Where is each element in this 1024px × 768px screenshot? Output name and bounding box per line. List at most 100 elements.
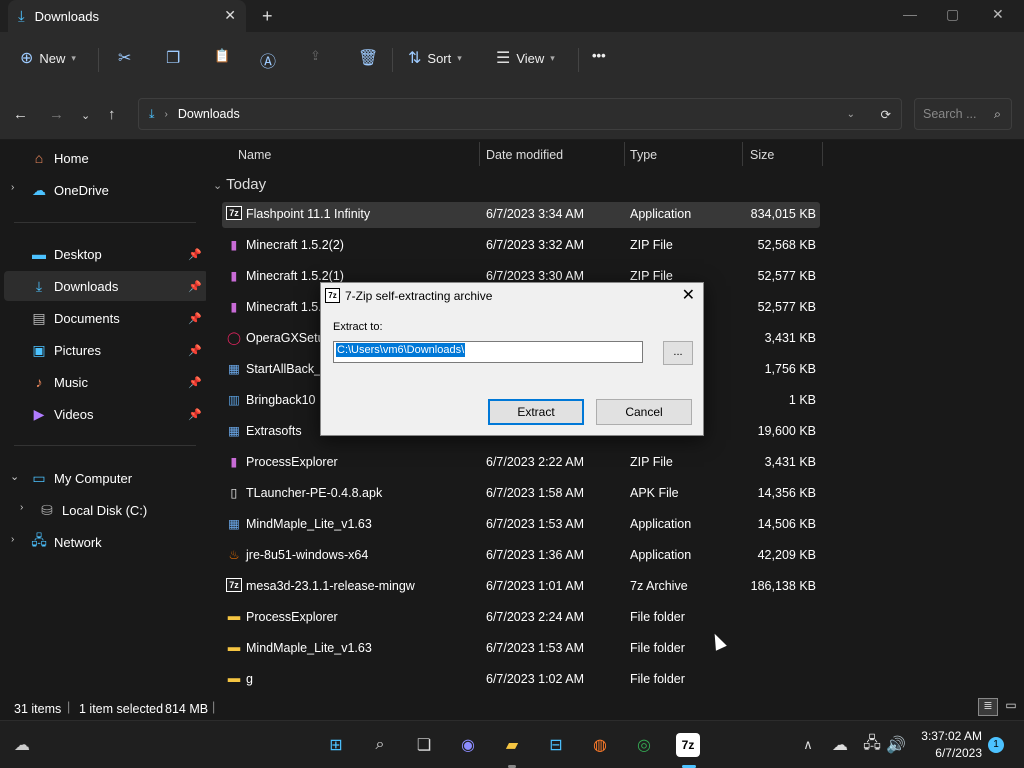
file-row[interactable]: ▯ TLauncher-PE-0.4.8.apk 6/7/2023 1:58 AM A…: [222, 481, 820, 507]
extract-to-label: Extract to:: [333, 321, 383, 333]
zip-icon: ▮: [230, 300, 238, 314]
sidebar-item-network[interactable]: 🖧 Network: [30, 527, 200, 557]
new-tab-button[interactable]: +: [262, 6, 273, 27]
file-size: 3,431 KB: [764, 331, 816, 345]
sidebar-item-pictures[interactable]: ▣ Pictures 📌: [4, 335, 208, 365]
column-header-date[interactable]: Date modified: [486, 148, 563, 162]
clock-time[interactable]: 3:37:02 AM: [918, 729, 982, 743]
browse-button[interactable]: ...: [663, 341, 693, 365]
close-icon[interactable]: ✕: [682, 285, 695, 305]
search-box[interactable]: Search ... ⌕: [914, 98, 1012, 130]
network-tray-icon[interactable]: 🖧: [860, 733, 884, 757]
store-icon[interactable]: ⊟: [544, 733, 568, 757]
7zip-taskbar-icon[interactable]: 7z: [676, 733, 700, 757]
forward-arrow-icon[interactable]: →: [49, 106, 64, 123]
file-name: mesa3d-23.1.1-release-mingw: [246, 579, 415, 593]
recent-chevron-icon[interactable]: ⌄: [81, 109, 90, 122]
extract-button[interactable]: Extract: [488, 399, 584, 425]
file-date: 6/7/2023 1:53 AM: [486, 517, 584, 531]
title-bar: ⤓ Downloads ✕ + — ▢ ✕: [0, 0, 1024, 32]
plus-circle-icon: ⊕: [20, 50, 34, 67]
chat-icon[interactable]: ◉: [456, 733, 480, 757]
sidebar-item-documents[interactable]: ▤ Documents 📌: [4, 303, 208, 333]
minimize-button[interactable]: —: [903, 6, 917, 22]
rename-icon[interactable]: Ⓐ: [260, 48, 276, 72]
notification-badge[interactable]: 1: [988, 737, 1004, 753]
view-button[interactable]: ☰ View ▾: [496, 48, 555, 68]
collapse-mycomputer-icon[interactable]: ⌄: [10, 470, 19, 483]
sidebar-item-music[interactable]: ♪ Music 📌: [4, 367, 208, 397]
breadcrumb-chevron-icon: ›: [164, 108, 168, 120]
clock-date[interactable]: 6/7/2023: [918, 746, 982, 760]
extract-path-input[interactable]: C:\Users\vm6\Downloads\: [333, 341, 643, 363]
file-row[interactable]: 7z Flashpoint 11.1 Infinity 6/7/2023 3:34 …: [222, 202, 820, 228]
file-row[interactable]: 7z mesa3d-23.1.1-release-mingw 6/7/2023 1:…: [222, 574, 820, 600]
cut-icon[interactable]: ✂: [118, 48, 131, 68]
file-row[interactable]: ▦ MindMaple_Lite_v1.63 6/7/2023 1:53 AM App…: [222, 512, 820, 538]
file-name: StartAllBack_3: [246, 362, 328, 376]
breadcrumb-downloads[interactable]: Downloads: [178, 107, 240, 121]
file-row[interactable]: ▬ MindMaple_Lite_v1.63 6/7/2023 1:53 AM Fil…: [222, 636, 820, 662]
search-input[interactable]: Search ...: [923, 107, 977, 121]
file-row[interactable]: ▬ ProcessExplorer 6/7/2023 2:24 AM File fol…: [222, 605, 820, 631]
cancel-button[interactable]: Cancel: [596, 399, 692, 425]
address-bar[interactable]: ⤓ › Downloads ⌄ ⟳: [138, 98, 902, 130]
more-options-button[interactable]: •••: [592, 48, 606, 63]
delete-icon[interactable]: 🗑: [358, 48, 378, 68]
file-row[interactable]: ▮ ProcessExplorer 6/7/2023 2:22 AM ZIP File…: [222, 450, 820, 476]
sidebar-item-localdisk[interactable]: ⛁ Local Disk (C:): [38, 495, 200, 525]
file-name: Extrasofts: [246, 424, 302, 438]
tab-downloads[interactable]: ⤓ Downloads ✕: [8, 0, 246, 32]
folder-icon: ▬: [227, 640, 241, 654]
up-arrow-icon[interactable]: ↑: [108, 106, 116, 123]
sidebar-item-videos[interactable]: ▶ Videos 📌: [4, 399, 208, 429]
column-header-size[interactable]: Size: [750, 148, 774, 162]
file-explorer-icon[interactable]: ▰: [500, 733, 524, 757]
column-header-name[interactable]: Name: [238, 148, 271, 162]
sidebar-item-home[interactable]: ⌂ Home: [30, 143, 200, 173]
status-separator: |: [67, 700, 71, 714]
onedrive-tray-icon[interactable]: ☁: [828, 733, 852, 757]
sidebar-item-onedrive[interactable]: ☁ OneDrive: [30, 175, 200, 205]
chevron-up-icon[interactable]: ∧: [796, 733, 820, 757]
expand-localdisk-icon[interactable]: ›: [20, 502, 23, 513]
group-header-today[interactable]: ⌄ Today: [213, 176, 266, 193]
video-icon: ▶: [33, 405, 45, 422]
start-windows-icon[interactable]: ⊞: [324, 733, 348, 757]
new-button[interactable]: ⊕ New ▾: [20, 48, 76, 68]
search-icon[interactable]: ⌕: [368, 733, 392, 757]
expand-network-icon[interactable]: ›: [11, 534, 14, 545]
sort-button[interactable]: ⇅ Sort ▾: [408, 48, 462, 68]
share-icon[interactable]: ⇪: [310, 48, 321, 64]
volume-icon[interactable]: 🔊: [884, 733, 908, 757]
tiles-view-icon[interactable]: ▭: [1002, 698, 1020, 716]
details-view-icon[interactable]: ≣: [978, 698, 998, 716]
paste-icon[interactable]: 📋: [214, 48, 230, 64]
file-row[interactable]: ▮ Minecraft 1.5.2(2) 6/7/2023 3:32 AM ZIP F…: [222, 233, 820, 259]
search-icon[interactable]: ⌕: [994, 107, 1001, 122]
close-window-button[interactable]: ✕: [992, 6, 1004, 23]
refresh-icon[interactable]: ⟳: [881, 107, 891, 122]
file-row[interactable]: ♨ jre-8u51-windows-x64 6/7/2023 1:36 AM App…: [222, 543, 820, 569]
file-row[interactable]: ▬ g 6/7/2023 1:02 AM File folder: [222, 667, 820, 693]
firefox-icon[interactable]: ◍: [588, 733, 612, 757]
copy-icon[interactable]: ❐: [166, 48, 180, 68]
address-dropdown-icon[interactable]: ⌄: [847, 109, 855, 120]
maximize-button[interactable]: ▢: [946, 6, 959, 23]
sidebar-item-downloads[interactable]: ⤓ Downloads 📌: [4, 271, 208, 301]
close-tab-icon[interactable]: ✕: [224, 7, 236, 24]
task-view-icon[interactable]: ❏: [412, 733, 436, 757]
status-separator: |: [212, 700, 216, 714]
expand-onedrive-icon[interactable]: ›: [11, 182, 14, 193]
sidebar-mycomputer-label: My Computer: [54, 470, 133, 486]
file-name: OperaGXSetup: [246, 331, 332, 345]
column-header-type[interactable]: Type: [630, 148, 657, 162]
document-icon: ▤: [32, 309, 46, 326]
chrome-icon[interactable]: ◎: [632, 733, 656, 757]
sidebar-item-desktop[interactable]: ▬ Desktop 📌: [4, 239, 208, 269]
back-arrow-icon[interactable]: ←: [13, 106, 28, 123]
opera-icon: ◯: [227, 331, 241, 345]
sidebar-localdisk-label: Local Disk (C:): [62, 502, 148, 518]
weather-icon[interactable]: ☁: [10, 733, 34, 757]
sidebar-item-mycomputer[interactable]: ▭ My Computer: [30, 463, 200, 493]
